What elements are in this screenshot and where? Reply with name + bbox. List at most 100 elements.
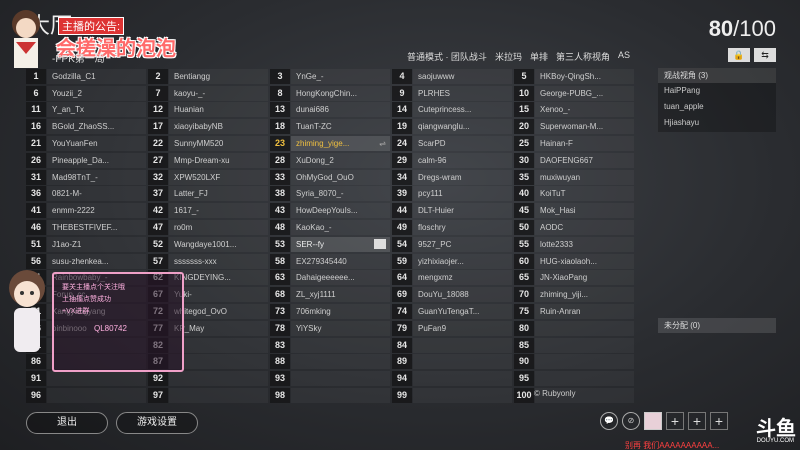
swap-slot-icon[interactable]: ⇌	[379, 136, 386, 151]
player-slot[interactable]: 19 qiangwanglu...	[392, 118, 512, 135]
player-slot[interactable]: 42 1617_-	[148, 202, 268, 219]
avatar[interactable]	[644, 412, 662, 430]
player-slot[interactable]: 12 Huanian	[148, 102, 268, 119]
spectator-header[interactable]: 观战视角 (3)	[658, 68, 776, 83]
player-slot[interactable]: 16 BGold_ZhaoSS...	[26, 118, 146, 135]
unassigned-header[interactable]: 未分配 (0)	[658, 318, 776, 333]
lock-icon[interactable]: 🔒	[728, 48, 750, 62]
add-player-icon[interactable]: +	[710, 412, 728, 430]
player-slot[interactable]: 57 sssssss-xxx	[148, 253, 268, 270]
player-slot[interactable]: 18 TuanT-ZC	[270, 118, 390, 135]
player-slot[interactable]: 98	[270, 387, 390, 404]
player-slot[interactable]: 70 zhiming_yiji...	[514, 286, 634, 303]
player-slot[interactable]: 90	[514, 354, 634, 371]
player-slot[interactable]: 34 Dregs-wram	[392, 169, 512, 186]
player-slot[interactable]: 59 yizhixiaojer...	[392, 253, 512, 270]
player-slot[interactable]: 85	[514, 337, 634, 354]
player-slot[interactable]: 48 KaoKao_-	[270, 219, 390, 236]
player-slot[interactable]: 37 Latter_FJ	[148, 186, 268, 203]
player-slot[interactable]: 38 Syria_8070_-	[270, 186, 390, 203]
swap-icon[interactable]: ⇆	[754, 48, 776, 62]
player-slot[interactable]: 91	[26, 370, 146, 387]
player-slot[interactable]: 79 PuFan9	[392, 320, 512, 337]
player-slot[interactable]: 43 HowDeepYouIs...	[270, 202, 390, 219]
player-slot[interactable]: 41 enmm-2222	[26, 202, 146, 219]
player-slot[interactable]: 89	[392, 354, 512, 371]
mute-icon[interactable]: ⊘	[622, 412, 640, 430]
player-slot[interactable]: 13 dunai686	[270, 102, 390, 119]
player-slot[interactable]: 64 mengxmz	[392, 270, 512, 287]
player-slot[interactable]: 33 OhMyGod_OuO	[270, 169, 390, 186]
player-slot[interactable]: 23 zhiming_yige... ⇌	[270, 135, 390, 152]
player-slot[interactable]: 58 EX279345440	[270, 253, 390, 270]
player-slot[interactable]: 7 kaoyu-_-	[148, 85, 268, 102]
player-slot[interactable]: 68 ZL_xyj1111	[270, 286, 390, 303]
player-slot[interactable]: 51 J1ao-Z1	[26, 236, 146, 253]
player-slot[interactable]: 39 pcy111	[392, 186, 512, 203]
player-slot[interactable]: 40 KoiTuT	[514, 186, 634, 203]
player-slot[interactable]: 6 Youzii_2	[26, 85, 146, 102]
player-slot[interactable]: 73 706mking	[270, 303, 390, 320]
player-slot[interactable]: 4 saojuwww	[392, 68, 512, 85]
player-slot[interactable]: 60 HUG-xiaolaoh...	[514, 253, 634, 270]
player-slot[interactable]: 47 ro0m	[148, 219, 268, 236]
player-slot[interactable]: 22 SunnyMM520	[148, 135, 268, 152]
player-slot[interactable]: 74 GuanYuTengaT...	[392, 303, 512, 320]
player-slot[interactable]: 75 Ruin-Anran	[514, 303, 634, 320]
player-slot[interactable]: 96	[26, 387, 146, 404]
player-slot[interactable]: 15 Xenoo_-	[514, 102, 634, 119]
player-slot[interactable]: 29 calm-96	[392, 152, 512, 169]
player-slot[interactable]: 83	[270, 337, 390, 354]
player-slot[interactable]: 27 Mmp-Dream-xu	[148, 152, 268, 169]
game-settings-button[interactable]: 游戏设置	[116, 412, 198, 434]
player-slot[interactable]: 80	[514, 320, 634, 337]
player-slot[interactable]: 17 xiaoyibabyNB	[148, 118, 268, 135]
player-slot[interactable]: 53 SER--fy	[270, 236, 390, 253]
player-slot[interactable]: 35 muxiwuyan	[514, 169, 634, 186]
player-slot[interactable]: 69 DouYu_18088	[392, 286, 512, 303]
player-slot[interactable]: 31 Mad98TnT_-	[26, 169, 146, 186]
spectator-item[interactable]: tuan_apple	[658, 99, 776, 115]
chat-icon[interactable]: 💬	[600, 412, 618, 430]
player-slot[interactable]: 20 Superwoman-M...	[514, 118, 634, 135]
player-slot[interactable]: 3 YnGe_-	[270, 68, 390, 85]
player-slot[interactable]: 65 JN-XiaoPang	[514, 270, 634, 287]
player-slot[interactable]: 97	[148, 387, 268, 404]
profile-icon[interactable]	[374, 238, 386, 249]
player-slot[interactable]: 49 floschry	[392, 219, 512, 236]
player-slot[interactable]: 25 Hainan-F	[514, 135, 634, 152]
player-slot[interactable]: 26 Pineapple_Da...	[26, 152, 146, 169]
player-slot[interactable]: 11 Y_an_Tx	[26, 102, 146, 119]
player-slot[interactable]: 32 XPW520LXF	[148, 169, 268, 186]
add-player-icon[interactable]: +	[688, 412, 706, 430]
player-slot[interactable]: 24 ScarPD	[392, 135, 512, 152]
player-slot[interactable]: 46 THEBESTFIVEF...	[26, 219, 146, 236]
player-slot[interactable]: 54 9527_PC	[392, 236, 512, 253]
exit-button[interactable]: 退出	[26, 412, 108, 434]
player-slot[interactable]: 55 lotte2333	[514, 236, 634, 253]
player-slot[interactable]: 50 AODC	[514, 219, 634, 236]
player-slot[interactable]: 92	[148, 370, 268, 387]
player-slot[interactable]: 1 Godzilla_C1	[26, 68, 146, 85]
player-slot[interactable]: 95	[514, 370, 634, 387]
player-slot[interactable]: 2 Bentiangg	[148, 68, 268, 85]
spectator-item[interactable]: HaiPPang	[658, 83, 776, 99]
player-slot[interactable]: 63 Dahaigeeeeee...	[270, 270, 390, 287]
player-slot[interactable]: 9 PLRHES	[392, 85, 512, 102]
player-slot[interactable]: 8 HongKongChin...	[270, 85, 390, 102]
player-slot[interactable]: 84	[392, 337, 512, 354]
player-slot[interactable]: 45 Mok_Hasi	[514, 202, 634, 219]
player-slot[interactable]: 99	[392, 387, 512, 404]
player-slot[interactable]: 10 George-PUBG_...	[514, 85, 634, 102]
player-slot[interactable]: 88	[270, 354, 390, 371]
add-player-icon[interactable]: +	[666, 412, 684, 430]
player-slot[interactable]: 14 Cuteprincess...	[392, 102, 512, 119]
player-slot[interactable]: 36 0821-M-	[26, 186, 146, 203]
player-slot[interactable]: 52 Wangdaye1001...	[148, 236, 268, 253]
player-slot[interactable]: 30 DAOFENG667	[514, 152, 634, 169]
player-slot[interactable]: 93	[270, 370, 390, 387]
player-slot[interactable]: 5 HKBoy-QingSh...	[514, 68, 634, 85]
player-slot[interactable]: 78 YiYSky	[270, 320, 390, 337]
spectator-item[interactable]: Hjiashayu	[658, 115, 776, 131]
player-slot[interactable]: 21 YouYuanFen	[26, 135, 146, 152]
